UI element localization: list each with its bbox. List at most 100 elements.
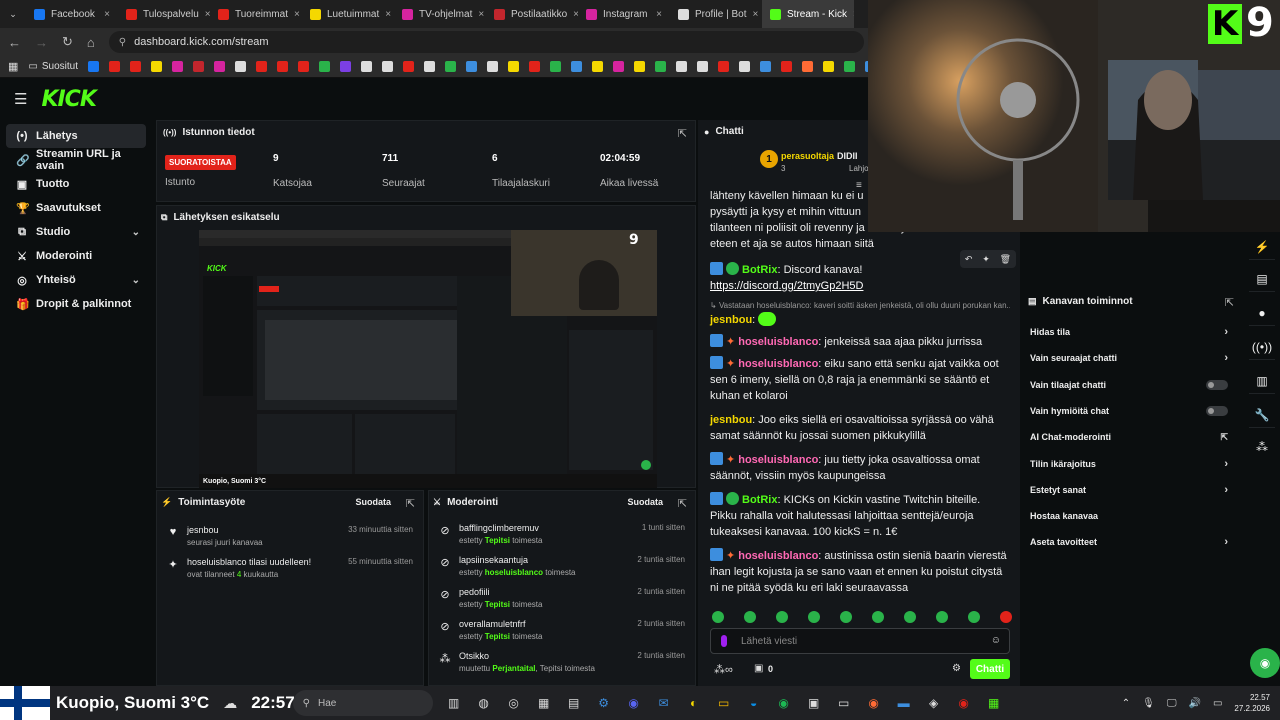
store-icon[interactable]: ▬ [893,692,915,714]
broadcast-icon[interactable]: ((•)) [1249,334,1275,360]
taskbar-search[interactable]: ⚲ Hae [292,690,433,716]
emote-icon[interactable] [840,611,852,623]
browser-tab[interactable]: TV-ohjelmat × [394,0,486,28]
close-tab-icon[interactable]: × [656,9,662,20]
bookmark-icon[interactable] [760,61,771,72]
toggle-switch[interactable] [1206,379,1228,390]
bookmark-icon[interactable] [487,61,498,72]
bookmark-icon[interactable] [676,61,687,72]
moderator-name[interactable]: Perjantaital [492,664,535,673]
chat-username[interactable]: jesnbou [710,314,752,326]
close-tab-icon[interactable]: × [753,9,759,20]
moderation-filter-button[interactable]: Suodata [627,497,663,507]
channel-action-0[interactable]: Hidas tila › [1030,322,1234,342]
emote-icon[interactable] [808,611,820,623]
bookmark-icon[interactable] [613,61,624,72]
mail-icon[interactable]: ✉ [653,692,675,714]
battery-icon[interactable]: ▭ [1213,698,1222,709]
browser-tab[interactable]: Tulospalvelu × [118,0,210,28]
weather-cloud-icon[interactable]: ☁ [223,695,237,712]
chat-username[interactable]: hoseluisblanco [738,454,818,466]
sidebar-item-dropit-palkinnot[interactable]: 🎁 Dropit & palkinnot [6,292,146,316]
edge-icon[interactable]: ◒ [743,692,765,714]
bookmark-icon[interactable] [844,61,855,72]
emote-icon[interactable] [936,611,948,623]
file-explorer-icon[interactable]: ▭ [713,692,735,714]
tray-chevron-icon[interactable]: ⌃ [1122,698,1130,709]
bookmark-icon[interactable] [466,61,477,72]
bookmark-icon[interactable] [109,61,120,72]
bookmark-icon[interactable] [697,61,708,72]
sidebar-item-moderointi[interactable]: ⚔ Moderointi [6,244,146,268]
pinned-other-user[interactable]: DIDII [837,151,858,161]
channel-action-1[interactable]: Vain seuraajat chatti › [1030,348,1234,368]
browser-tab[interactable]: Postilaatikko × [486,0,578,28]
moderation-target[interactable]: pedofiili [459,587,490,597]
bookmark-icon[interactable] [172,61,183,72]
channel-action-7[interactable]: Hostaa kanavaa [1030,506,1234,526]
chevron-down-icon[interactable]: ⌄ [132,227,140,238]
emote-icon[interactable] [712,611,724,623]
sidebar-item-lähetys[interactable]: (•) Lähetys [6,124,146,148]
moderation-target[interactable]: Otsikko [459,651,489,661]
channel-action-5[interactable]: Tilin ikärajoitus › [1030,454,1234,474]
bookmark-icon[interactable] [151,61,162,72]
bookmark-icon[interactable] [424,61,435,72]
browser-tab[interactable]: Tuoreimmat × [210,0,302,28]
toggle-switch[interactable] [1206,405,1228,416]
browser-tab[interactable]: Instagram × [578,0,670,28]
close-tab-icon[interactable]: × [853,9,854,20]
bookmark-icon[interactable] [235,61,246,72]
bookmark-icon[interactable] [802,61,813,72]
home-icon[interactable]: ⌂ [87,35,95,50]
chat-users-icon[interactable]: ⁂∞ [714,663,733,676]
chat-settings-icon[interactable]: ⚙ [952,663,961,674]
notes-icon[interactable]: ▤ [563,692,585,714]
browser-tab[interactable]: Profile | Bot × [670,0,762,28]
emote-icon[interactable] [1000,611,1012,623]
spotify-icon[interactable]: ◉ [773,692,795,714]
widgets-icon[interactable]: ◍ [473,692,495,714]
bookmark-icon[interactable] [508,61,519,72]
channel-action-4[interactable]: AI Chat-moderointi ⇱ [1030,427,1234,447]
support-chat-icon[interactable]: ◉ [1250,648,1280,678]
network-icon[interactable]: 🖵 [1167,698,1177,709]
bookmark-icon[interactable] [193,61,204,72]
sidebar-item-tuotto[interactable]: ▣ Tuotto [6,172,146,196]
app-icon[interactable]: ◐ [683,692,705,714]
bookmark-icon[interactable] [298,61,309,72]
bookmark-icon[interactable] [340,61,351,72]
emote-icon[interactable] [872,611,884,623]
close-tab-icon[interactable]: × [104,9,110,20]
chat-username[interactable]: hoseluisblanco [738,336,818,348]
microphone-icon[interactable]: 🎙 [1142,698,1155,709]
expand-icon[interactable]: ⇱ [406,497,415,510]
kick-logo[interactable]: KICK [41,87,96,112]
emote-icon[interactable] [776,611,788,623]
bookmark-icon[interactable] [319,61,330,72]
chrome-icon[interactable]: ◉ [953,692,975,714]
bookmark-icon[interactable] [361,61,372,72]
moderator-name[interactable]: hoseluisblanco [485,568,543,577]
moderator-name[interactable]: Tepitsi [485,536,510,545]
chat-username[interactable]: hoseluisblanco [738,358,818,370]
discord-link[interactable]: https://discord.gg/2tmyGp2H5D [710,280,863,292]
bookmark-icon[interactable] [403,61,414,72]
sidebar-item-studio[interactable]: ⧉ Studio ⌄ [6,220,146,244]
moderator-name[interactable]: Tepitsi [485,632,510,641]
bookmark-icon[interactable] [445,61,456,72]
bookmark-icon[interactable] [823,61,834,72]
moderation-target[interactable]: bafflingclimberemuv [459,523,539,533]
notes-icon[interactable]: ▤ [1249,266,1275,292]
browser-tab[interactable]: Luetuimmat × [302,0,394,28]
chat-icon[interactable]: ● [1249,300,1275,326]
moderator-name[interactable]: Tepitsi [485,600,510,609]
expand-icon[interactable]: ⇱ [678,127,687,140]
close-tab-icon[interactable]: × [478,9,484,20]
url-field[interactable]: ⚲ dashboard.kick.com/stream [108,31,864,53]
bookmark-icon[interactable] [739,61,750,72]
settings-icon[interactable]: ⚙ [593,692,615,714]
bookmark-icon[interactable] [277,61,288,72]
chat-username[interactable]: hoseluisblanco [738,550,818,562]
sidebar-item-yhteisö[interactable]: ◎ Yhteisö ⌄ [6,268,146,292]
